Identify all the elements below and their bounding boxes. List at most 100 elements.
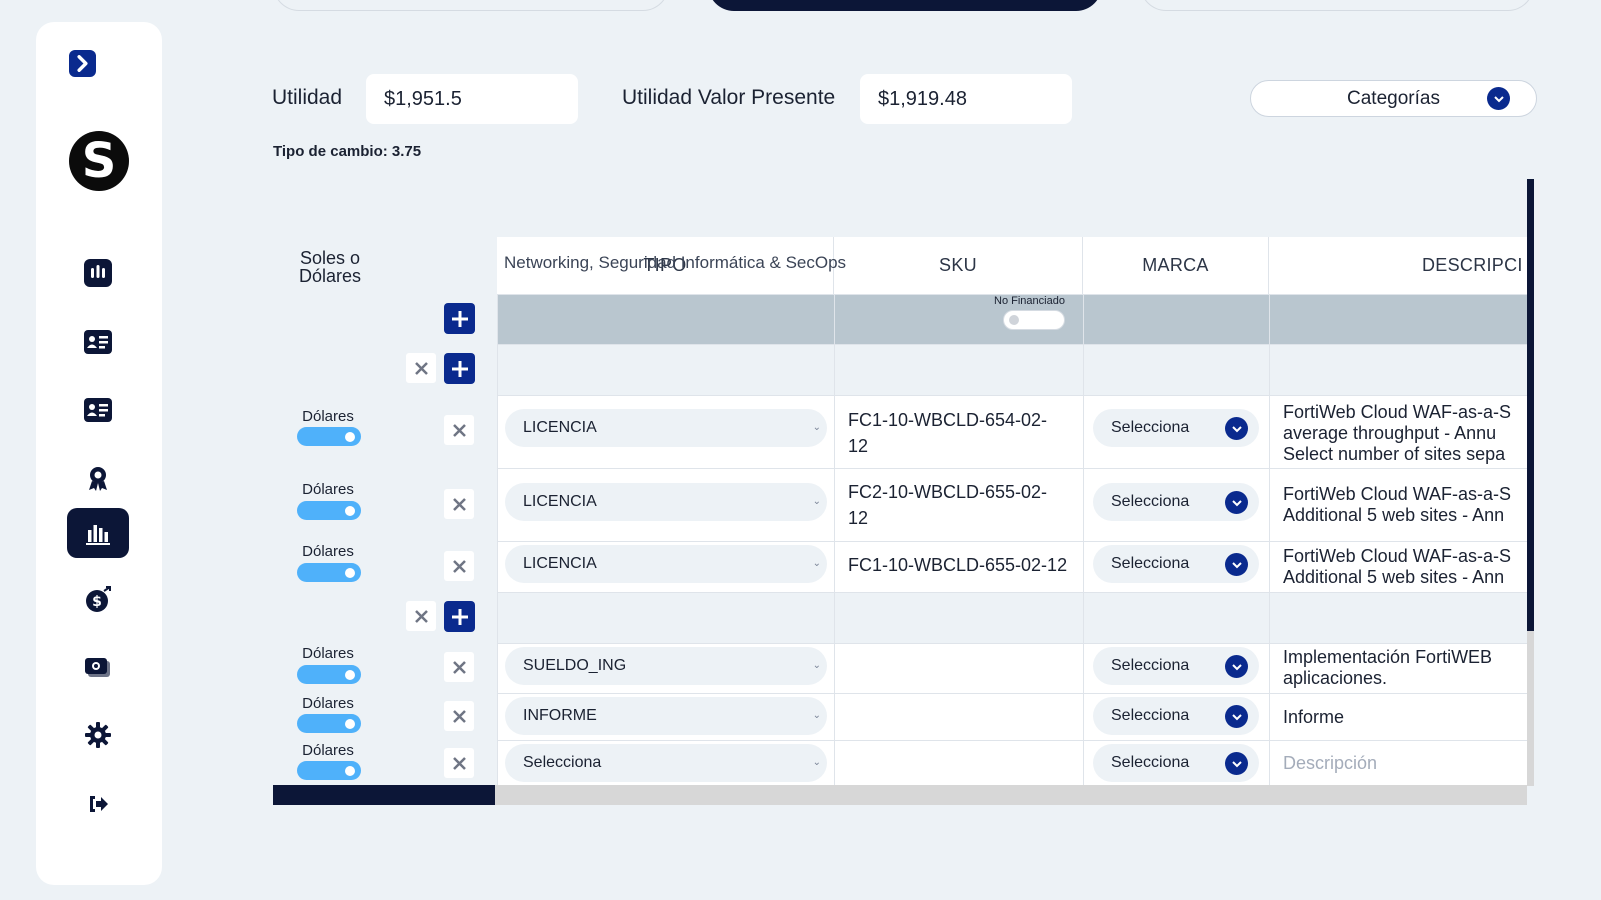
add-item-button[interactable]: [444, 353, 475, 384]
sidebar-item-awards[interactable]: [67, 453, 129, 503]
sidebar-item-reports[interactable]: [67, 508, 129, 558]
currency-label: Dólares: [302, 695, 354, 712]
categorias-select[interactable]: Categorías: [1250, 80, 1537, 117]
chevron-down-icon: [1225, 752, 1248, 775]
tab-active[interactable]: [708, 0, 1102, 11]
utilidad-field[interactable]: $1,951.5: [366, 74, 578, 124]
category-name: Networking, Seguridad Informática & SecO…: [504, 253, 847, 272]
marca-select[interactable]: Selecciona: [1093, 545, 1259, 583]
description-value[interactable]: FortiWeb Cloud WAF-as-a-S Additional 5 we…: [1269, 546, 1511, 588]
tipo-select[interactable]: LICENCIA ⌄: [505, 409, 827, 447]
marca-select[interactable]: Selecciona: [1093, 483, 1259, 521]
tab-right[interactable]: [1140, 0, 1534, 11]
exchange-rate: Tipo de cambio: 3.75: [273, 143, 422, 160]
marca-value: Selecciona: [1111, 493, 1190, 510]
chevron-down-icon: [1225, 705, 1248, 728]
description-input[interactable]: Descripción: [1269, 753, 1377, 774]
currency-label: Dólares: [302, 543, 354, 560]
marca-select[interactable]: Selecciona: [1093, 744, 1259, 782]
currency-label: Dólares: [302, 408, 354, 425]
currency-label: Dólares: [302, 742, 354, 759]
delete-row-button[interactable]: [444, 551, 474, 581]
description-value[interactable]: FortiWeb Cloud WAF-as-a-S average through…: [1269, 402, 1511, 465]
remove-group-button[interactable]: [406, 353, 436, 383]
sku-line: FC1-10-WBCLD-654-02-: [848, 410, 1048, 430]
add-item-button[interactable]: [444, 601, 475, 632]
currency-toggle[interactable]: [297, 427, 361, 446]
close-icon: [452, 423, 466, 437]
horizontal-scrollbar-thumb[interactable]: [273, 785, 495, 805]
column-header-marca: MARCA: [1083, 237, 1269, 294]
description-value[interactable]: Informe: [1269, 707, 1344, 728]
sidebar-item-payments[interactable]: [67, 643, 129, 693]
sku-value: FC1-10-WBCLD-655-02-12: [848, 555, 1068, 575]
logout-icon: [90, 796, 108, 812]
vertical-scrollbar-thumb[interactable]: [1527, 179, 1534, 631]
desc-line: FortiWeb Cloud WAF-as-a-S: [1283, 484, 1512, 504]
close-icon: [414, 361, 428, 375]
currency-toggle[interactable]: [297, 563, 361, 582]
sku-line: FC2-10-WBCLD-655-02-: [848, 482, 1048, 502]
delete-row-button[interactable]: [444, 415, 474, 445]
delete-row-button[interactable]: [444, 748, 474, 778]
marca-select[interactable]: Selecciona: [1093, 697, 1259, 735]
chevron-down-icon: ⌄: [812, 558, 821, 569]
cash-icon: [85, 658, 110, 677]
utilidad-label: Utilidad: [272, 86, 343, 109]
desc-line: Select number of sites sepa: [1283, 444, 1506, 464]
remove-group-button[interactable]: [406, 601, 436, 631]
gear-icon: [85, 722, 111, 748]
tipo-select[interactable]: Selecciona ⌄: [505, 744, 827, 782]
tipo-value: LICENCIA: [523, 493, 597, 510]
currency-label: Dólares: [302, 645, 354, 662]
tipo-select[interactable]: INFORME ⌄: [505, 697, 827, 735]
expand-sidebar-button[interactable]: [69, 50, 96, 77]
chevron-down-icon: [1225, 491, 1248, 514]
sidebar-item-contacts[interactable]: [67, 317, 129, 367]
financing-toggle-label: No Financiado: [994, 295, 1065, 307]
tipo-select[interactable]: LICENCIA ⌄: [505, 545, 827, 583]
delete-row-button[interactable]: [444, 489, 474, 519]
utilidad-vp-field[interactable]: $1,919.48: [860, 74, 1072, 124]
subgroup-row: [497, 344, 1528, 395]
close-icon: [452, 756, 466, 770]
description-value[interactable]: FortiWeb Cloud WAF-as-a-S Additional 5 we…: [1269, 484, 1511, 526]
currency-toggle[interactable]: [297, 761, 361, 780]
tipo-select[interactable]: SUELDO_ING ⌄: [505, 647, 827, 685]
sidebar-item-settings[interactable]: [67, 710, 129, 760]
chevron-down-icon: [1225, 417, 1248, 440]
chevron-down-icon: [1225, 655, 1248, 678]
sidebar-item-dashboard[interactable]: [67, 248, 129, 298]
currency-toggle[interactable]: [297, 714, 361, 733]
chevron-down-icon: [1487, 87, 1510, 110]
chevron-down-icon: ⌄: [812, 660, 821, 671]
description-value[interactable]: Implementación FortiWEB aplicaciones.: [1269, 647, 1492, 689]
currency-toggle[interactable]: [297, 665, 361, 684]
column-header-descripcion: DESCRIPCI: [1269, 237, 1528, 294]
sidebar-item-logout[interactable]: [67, 779, 129, 829]
money-icon: $: [86, 586, 111, 612]
add-category-button[interactable]: [444, 303, 475, 334]
delete-row-button[interactable]: [444, 652, 474, 682]
delete-row-button[interactable]: [444, 701, 474, 731]
sidebar: S $: [36, 22, 162, 885]
sidebar-item-clients[interactable]: [67, 385, 129, 435]
horizontal-scrollbar-track[interactable]: [495, 785, 1527, 805]
utilidad-vp-label: Utilidad Valor Presente: [622, 86, 836, 109]
marca-value: Selecciona: [1111, 657, 1190, 674]
contact-list-icon: [84, 398, 112, 422]
desc-line: aplicaciones.: [1283, 668, 1388, 688]
marca-select[interactable]: Selecciona: [1093, 647, 1259, 685]
financing-toggle[interactable]: [1003, 310, 1065, 330]
categorias-label: Categorías: [1347, 88, 1440, 109]
tipo-select[interactable]: LICENCIA ⌄: [505, 483, 827, 521]
tab-left[interactable]: [273, 0, 669, 11]
currency-toggle[interactable]: [297, 501, 361, 520]
marca-select[interactable]: Selecciona: [1093, 409, 1259, 447]
marca-value: Selecciona: [1111, 707, 1190, 724]
sidebar-item-finance[interactable]: $: [67, 575, 129, 625]
vertical-scrollbar-track[interactable]: [1527, 631, 1534, 786]
sku-line: 12: [848, 436, 869, 456]
chevron-down-icon: ⌄: [812, 710, 821, 721]
marca-value: Selecciona: [1111, 754, 1190, 771]
